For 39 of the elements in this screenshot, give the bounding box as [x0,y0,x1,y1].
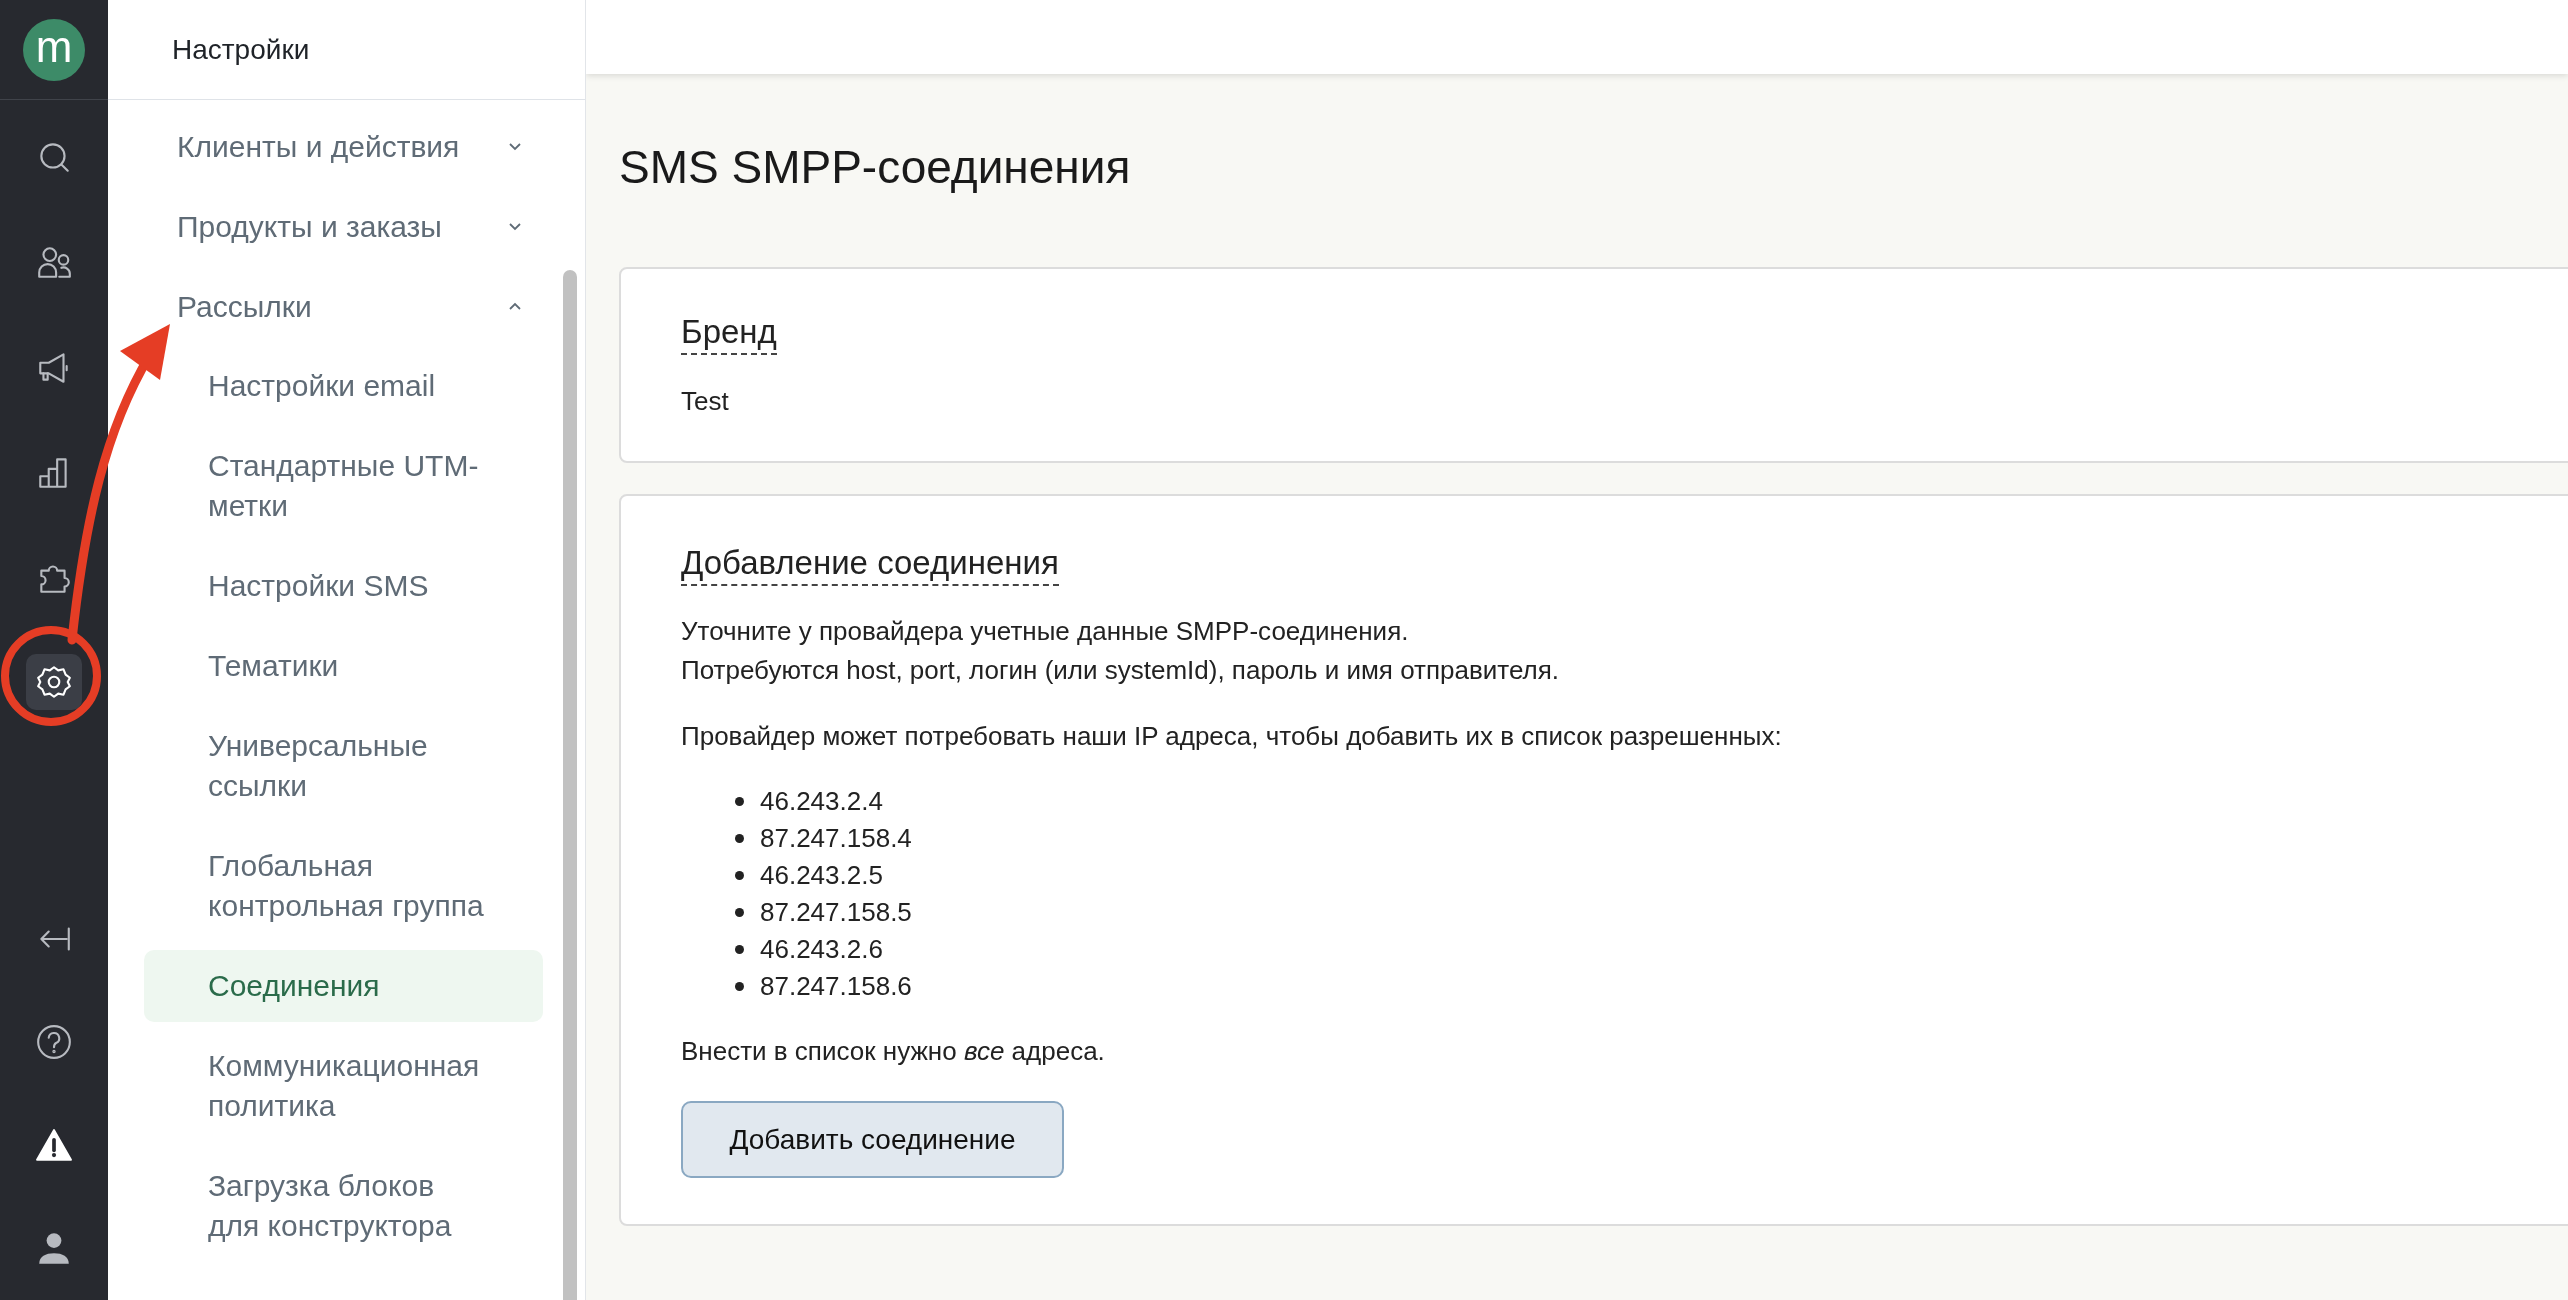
description-text: Потребуются host, port, логин (или systemId), пароль и имя отправителя. [681,654,1559,687]
ip-address: 46.243.2.6 [760,933,883,966]
sidebar-section[interactable]: Продукты и заказы [108,186,543,266]
settings-icon[interactable] [35,663,73,701]
sidebar-item[interactable]: Тематики [144,630,543,702]
page-title: SMS SMPP-соединения [618,140,1132,195]
ip-address: 46.243.2.4 [760,785,883,818]
warning-icon[interactable] [35,1126,73,1164]
description-text: Уточните у провайдера учетные данные SMPP-соединения. [681,615,1409,648]
description-text: Провайдер может потребовать наши IP адреса, чтобы добавить их в список разрешенных: [681,720,1782,753]
sidebar-item[interactable]: Настройки email [144,350,543,422]
sidebar-item[interactable]: Стандартные UTM-метки [144,430,543,542]
sidebar-item[interactable]: Соединения [144,950,543,1022]
sidebar-section[interactable]: Клиенты и действия [108,106,543,186]
sidebar-item[interactable]: Глобальная контрольная группа [144,830,543,942]
bullet-icon [735,945,744,954]
add-connection-button[interactable]: Добавить соединение [681,1101,1064,1178]
sidebar-title: Настройки [172,32,310,67]
card-heading: Добавление соединения [681,542,1059,586]
scrollbar[interactable] [563,270,577,1300]
bullet-icon [735,834,744,843]
ip-address: 87.247.158.4 [760,822,912,855]
card-heading: Бренд [681,311,777,355]
ip-address: 87.247.158.5 [760,896,912,929]
help-icon[interactable] [35,1023,73,1061]
bullet-icon [735,797,744,806]
ip-address: 46.243.2.5 [760,859,883,892]
bullet-icon [735,908,744,917]
sidebar-item[interactable]: Коммуникационная политика [144,1030,543,1142]
bullet-icon [735,982,744,991]
sidebar-section[interactable]: Рассылки [108,266,543,346]
ip-address: 87.247.158.6 [760,970,912,1003]
bullet-icon [735,871,744,880]
sidebar-item[interactable]: Настройки SMS [144,550,543,622]
brand-value: Test [681,385,730,418]
logo[interactable]: m [23,18,85,81]
sidebar-item[interactable]: Универсальные ссылки [144,710,543,822]
note-text: Внести в список нужно все адреса. [681,1035,1105,1068]
sidebar-item[interactable]: Загрузка блоков для конструктора [144,1150,543,1262]
